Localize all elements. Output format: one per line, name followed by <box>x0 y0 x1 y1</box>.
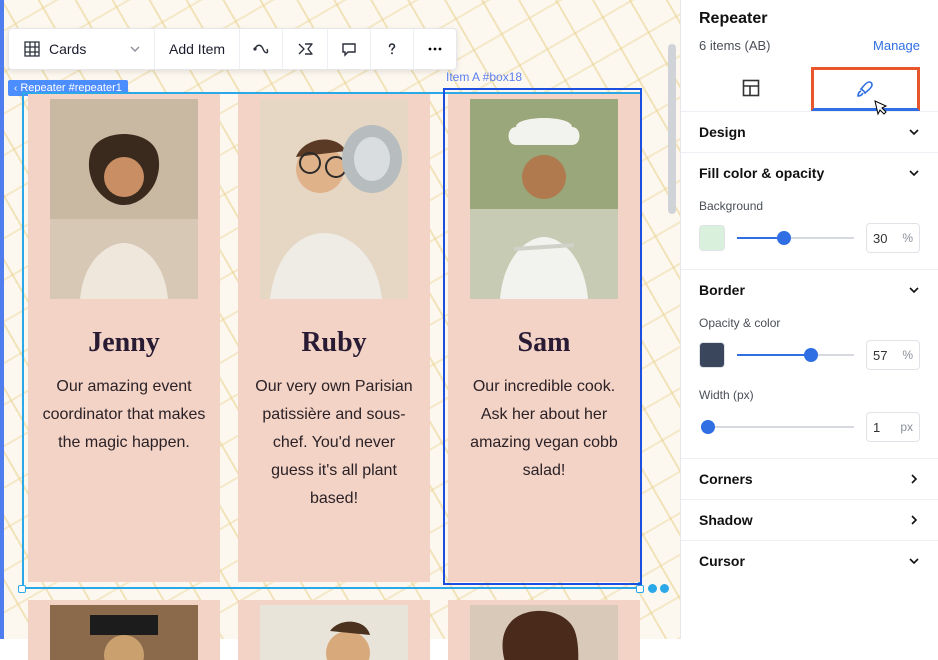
grid-icon <box>23 40 41 58</box>
repeater-card[interactable] <box>448 600 640 660</box>
more-icon <box>426 40 444 58</box>
card-photo <box>50 605 198 660</box>
border-opacity-value: 57 <box>873 348 887 363</box>
layout-preset-label: Cards <box>49 41 86 57</box>
items-count-label: 6 items (AB) <box>699 38 771 53</box>
unit-label: % <box>902 348 913 362</box>
animation-icon <box>252 40 270 58</box>
repeater-card[interactable]: Ruby Our very own Parisian patissière an… <box>238 94 430 582</box>
border-opacity-input[interactable]: 57 % <box>866 340 920 370</box>
border-width-value: 1 <box>873 420 880 435</box>
card-photo <box>50 99 198 299</box>
border-section-header[interactable]: Border <box>681 270 938 310</box>
card-description: Our amazing event coordinator that makes… <box>28 373 220 457</box>
chevron-right-icon <box>908 514 920 526</box>
drag-handle[interactable] <box>660 584 669 593</box>
layout-icon <box>741 78 761 98</box>
cursor-section-title: Cursor <box>699 553 745 569</box>
resize-handle[interactable] <box>18 585 26 593</box>
card-photo <box>260 99 408 299</box>
chevron-down-icon <box>130 44 140 54</box>
canvas-scrollbar[interactable] <box>668 44 676 214</box>
repeater-grid-row2 <box>28 600 640 660</box>
background-opacity-value: 30 <box>873 231 887 246</box>
help-button[interactable] <box>371 29 414 69</box>
manage-link[interactable]: Manage <box>873 38 920 53</box>
repeater-card[interactable]: Sam Our incredible cook. Ask her about h… <box>448 94 640 582</box>
card-description: Our very own Parisian patissière and sou… <box>238 373 430 513</box>
repeater-grid: Jenny Our amazing event coordinator that… <box>28 94 640 582</box>
chevron-right-icon <box>908 473 920 485</box>
card-photo <box>260 605 408 660</box>
panel-title: Repeater <box>699 10 920 28</box>
unit-label: % <box>902 231 913 245</box>
corners-section-title: Corners <box>699 471 753 487</box>
chevron-down-icon <box>908 284 920 296</box>
add-item-button[interactable]: Add Item <box>155 29 240 69</box>
design-section-header[interactable]: Design <box>681 112 938 152</box>
comments-button[interactable] <box>328 29 371 69</box>
background-label: Background <box>699 199 920 213</box>
layout-tab[interactable] <box>699 67 803 111</box>
card-photo <box>470 99 618 299</box>
border-opacity-slider[interactable] <box>737 346 854 364</box>
border-width-slider[interactable] <box>701 418 854 436</box>
card-name: Jenny <box>88 327 160 359</box>
stretch-icon <box>295 40 315 58</box>
stretch-button[interactable] <box>283 29 328 69</box>
background-color-swatch[interactable] <box>699 225 725 251</box>
fill-section-title: Fill color & opacity <box>699 165 824 181</box>
comment-icon <box>340 40 358 58</box>
chevron-down-icon <box>908 167 920 179</box>
border-color-swatch[interactable] <box>699 342 725 368</box>
fill-section-header[interactable]: Fill color & opacity <box>681 153 938 193</box>
border-opacity-color-label: Opacity & color <box>699 316 920 330</box>
help-icon <box>383 40 401 58</box>
unit-label: px <box>900 420 913 434</box>
card-name: Ruby <box>301 327 366 359</box>
repeater-card[interactable] <box>238 600 430 660</box>
more-button[interactable] <box>414 29 456 69</box>
animation-button[interactable] <box>240 29 283 69</box>
chevron-down-icon <box>908 126 920 138</box>
design-section-title: Design <box>699 124 746 140</box>
card-description: Our incredible cook. Ask her about her a… <box>448 373 640 485</box>
border-width-input[interactable]: 1 px <box>866 412 920 442</box>
chevron-down-icon <box>908 555 920 567</box>
border-section-title: Border <box>699 282 745 298</box>
editor-canvas[interactable]: Cards Add Item ‹ Repeater #repeater1 Ite… <box>0 0 680 639</box>
inspector-panel: Repeater 6 items (AB) Manage Design Fill… <box>680 0 938 639</box>
brush-icon <box>855 79 875 99</box>
design-tab[interactable] <box>811 67 921 111</box>
hover-element-label: Item A #box18 <box>446 70 522 84</box>
resize-handle[interactable] <box>636 585 644 593</box>
chevron-left-icon: ‹ <box>14 83 17 94</box>
canvas-edge <box>0 0 4 639</box>
shadow-section-header[interactable]: Shadow <box>681 500 938 540</box>
corners-section-header[interactable]: Corners <box>681 459 938 499</box>
layout-preset-dropdown[interactable]: Cards <box>9 29 155 69</box>
add-item-label: Add Item <box>169 41 225 57</box>
card-name: Sam <box>518 327 571 359</box>
repeater-toolbar: Cards Add Item <box>8 28 457 70</box>
cursor-section-header[interactable]: Cursor <box>681 541 938 581</box>
background-opacity-slider[interactable] <box>737 229 854 247</box>
background-opacity-input[interactable]: 30 % <box>866 223 920 253</box>
border-width-label: Width (px) <box>699 388 920 402</box>
repeater-card[interactable]: Jenny Our amazing event coordinator that… <box>28 94 220 582</box>
drag-handle[interactable] <box>648 584 657 593</box>
card-photo <box>470 605 618 660</box>
repeater-card[interactable] <box>28 600 220 660</box>
shadow-section-title: Shadow <box>699 512 753 528</box>
